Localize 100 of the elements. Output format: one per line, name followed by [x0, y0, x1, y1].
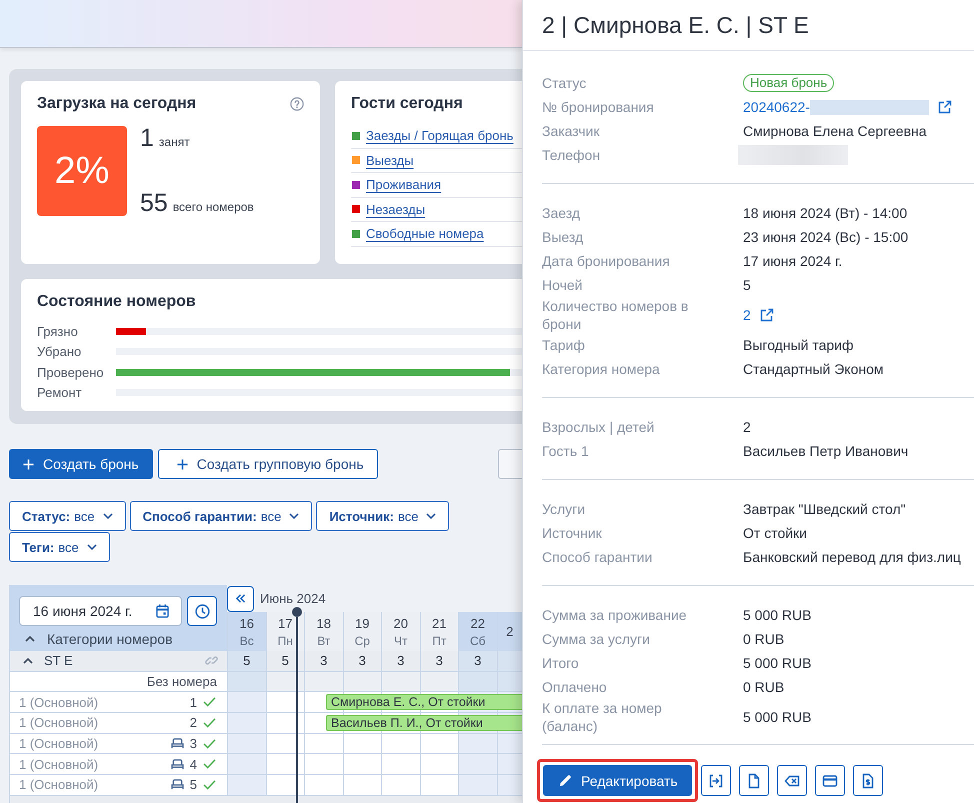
calendar-cell	[496, 672, 522, 692]
guest-list-link[interactable]: Свободные номера	[366, 226, 484, 242]
calendar-cell	[381, 672, 420, 692]
field-value: Смирнова Елена Сергеевна	[743, 122, 927, 140]
filter-dropdown[interactable]: Источник: все	[316, 501, 450, 531]
card-title: Загрузка на сегодня	[37, 94, 196, 114]
plus-icon	[23, 458, 34, 470]
chevron-up-icon[interactable]	[23, 658, 33, 664]
total-rooms-label: всего номеров	[172, 201, 254, 213]
field-value: Стандартный Эконом	[743, 360, 884, 378]
date-field[interactable]: 16 июня 2024 г.	[19, 596, 182, 626]
room-number: 4	[190, 756, 197, 772]
create-booking-button[interactable]: Создать бронь	[9, 449, 153, 479]
weekday-label: Пн	[278, 634, 293, 648]
calendar-cell	[304, 754, 342, 776]
calendar-icon[interactable]	[156, 604, 169, 618]
filter-dropdown[interactable]: Статус: все	[9, 501, 126, 531]
occupied-count: 1	[140, 126, 154, 151]
calendar-cell	[420, 775, 458, 796]
calendar-cell	[342, 672, 381, 692]
field-label: Выезд	[542, 229, 584, 245]
calendar-cell	[266, 775, 304, 796]
calendar-cell	[342, 754, 381, 776]
weekday-label: Вт	[317, 634, 330, 648]
field-label: Тариф	[542, 337, 585, 353]
edit-button[interactable]: Редактировать	[543, 765, 692, 796]
calendar-cell	[266, 692, 304, 714]
booking-bar[interactable]: Смирнова Е. С., От стойки	[326, 694, 522, 710]
field-label: К оплате за номер (баланс)	[542, 700, 662, 734]
field-label: Сумма за услуги	[542, 631, 650, 647]
chevron-up-icon[interactable]	[25, 636, 35, 642]
help-icon[interactable]	[290, 97, 304, 111]
field-label: Взрослых | детей	[542, 419, 654, 435]
day-number: 21	[432, 616, 446, 630]
room-count-cell: 3	[304, 651, 342, 672]
calendar-cell	[496, 754, 522, 776]
filter-dropdown[interactable]: Теги: все	[9, 532, 110, 562]
toolbar-icon-button[interactable]	[814, 765, 845, 796]
field-value: 0 RUB	[743, 630, 784, 648]
filter-dropdown[interactable]: Способ гарантии: все	[130, 501, 312, 531]
pencil-icon	[559, 774, 572, 787]
day-number: 18	[316, 616, 331, 630]
double-chevron-left-icon	[235, 594, 246, 603]
field-value: 5 000 RUB	[743, 654, 812, 672]
external-link-icon[interactable]	[760, 308, 774, 322]
categories-label: Категории номеров	[47, 631, 173, 647]
toolbar-icon-button[interactable]	[700, 765, 731, 796]
chevron-down-icon	[86, 544, 97, 550]
booking-bar[interactable]: Васильев П. И., От стойки	[326, 715, 522, 732]
guest-list-link[interactable]: Выезды	[366, 152, 414, 168]
field-label: Телефон	[542, 147, 600, 163]
field-label: Заезд	[542, 205, 580, 221]
card-title: Гости сегодня	[351, 95, 463, 112]
booking-number-link[interactable]: 20240622-	[743, 98, 810, 116]
room-number: 5	[190, 777, 197, 792]
external-link-icon[interactable]	[938, 100, 952, 114]
calendar-cell	[381, 775, 420, 796]
calendar-cell	[420, 672, 458, 692]
guest-list-link[interactable]: Незаезды	[366, 202, 426, 217]
toolbar-icon-button[interactable]	[776, 765, 807, 796]
calendar-cell	[381, 734, 420, 754]
status-label: Грязно	[37, 324, 78, 339]
room-count-cell: 3	[381, 651, 420, 672]
day-number: 2	[506, 624, 514, 639]
room-type-label: 1 (Основной)	[19, 715, 98, 730]
time-button[interactable]	[187, 596, 217, 626]
guest-list-link[interactable]: Проживания	[366, 177, 442, 192]
calendar-cell	[496, 734, 522, 754]
weekday-label: Чт	[394, 634, 408, 648]
value-link[interactable]: 2	[743, 306, 751, 324]
field-label: № бронирования	[542, 99, 654, 115]
month-label: Июнь 2024	[260, 591, 326, 606]
weekday-label: Сб	[470, 634, 486, 648]
field-label: Количество номеров в брони	[542, 298, 688, 332]
weekday-label: Пт	[432, 634, 446, 648]
drawer-title: 2 | Смирнова Е. С. | ST E	[542, 12, 809, 38]
guest-list-link[interactable]: Заезды / Горящая бронь	[366, 128, 514, 144]
room-number: 3	[190, 736, 197, 752]
field-label: Способ гарантии	[542, 549, 652, 565]
room-count-cell: 5	[227, 651, 266, 672]
occupancy-tile: 2%	[37, 126, 127, 216]
weekday-label: Вс	[240, 634, 254, 648]
field-value: Васильев Петр Иванович	[743, 442, 908, 460]
field-value: 23 июня 2024 (Вс) - 15:00	[743, 228, 908, 246]
field-label: Услуги	[542, 501, 586, 517]
chevron-down-icon	[289, 513, 300, 519]
toolbar-icon-button[interactable]	[738, 765, 769, 796]
field-value: 5 000 RUB	[743, 708, 812, 726]
chevron-down-icon	[426, 513, 436, 519]
day-number: 22	[470, 616, 485, 630]
calendar-cell	[381, 754, 420, 776]
calendar-cell	[342, 775, 381, 796]
previous-period-button[interactable]	[227, 586, 254, 612]
room-count-cell: 3	[458, 651, 496, 672]
room-type-label: 1 (Основной)	[19, 756, 98, 772]
status-label: Проверено	[37, 364, 104, 380]
create-group-booking-button[interactable]: Создать групповую бронь	[158, 449, 378, 479]
room-count-cell: 3	[420, 651, 458, 672]
toolbar-icon-button[interactable]	[852, 765, 883, 796]
field-value: 18 июня 2024 (Вт) - 14:00	[743, 204, 908, 222]
